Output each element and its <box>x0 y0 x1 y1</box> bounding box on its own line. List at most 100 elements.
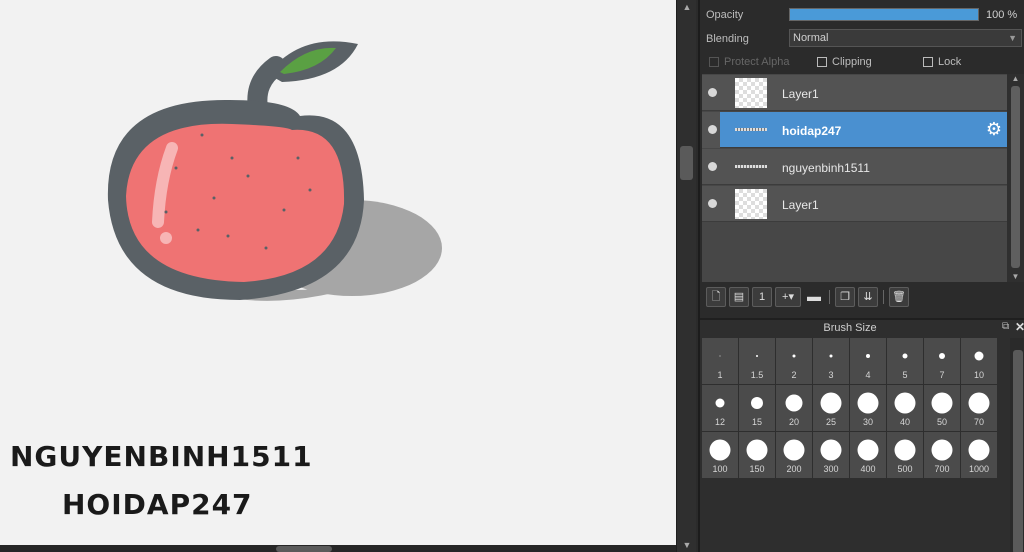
canvas-vscroll-thumb[interactable] <box>680 146 693 180</box>
brush-size-grid: 1 1.5 2 3 4 5 7 10 12 15 20 25 30 40 50 70 100 150 200 300 4… <box>702 338 997 478</box>
brush-size-cell[interactable]: 40 <box>887 385 923 431</box>
gear-icon[interactable]: ⚙ <box>985 120 1003 138</box>
brush-size-cell[interactable]: 200 <box>776 432 812 478</box>
brush-size-cell[interactable]: 1 <box>702 338 738 384</box>
brush-size-cell[interactable]: 4 <box>850 338 886 384</box>
brush-size-cell[interactable]: 12 <box>702 385 738 431</box>
opacity-slider[interactable] <box>789 8 979 21</box>
toolbar-separator <box>883 290 884 304</box>
layers-list: Layer1 hoidap247 ⚙ nguyenbinh1511 Layer1 <box>702 74 1007 282</box>
layer-panel: Opacity 100 % Blending Normal ▼ Protect … <box>698 0 1024 552</box>
brush-size-cell[interactable]: 500 <box>887 432 923 478</box>
brush-size-label: 500 <box>897 464 913 474</box>
brush-size-dot <box>785 394 803 412</box>
new-halftone-layer-icon[interactable]: ▤ <box>729 287 749 307</box>
brush-size-cell[interactable]: 5 <box>887 338 923 384</box>
visibility-icon[interactable] <box>708 88 717 97</box>
visibility-icon[interactable] <box>708 162 717 171</box>
brush-size-label: 20 <box>788 417 799 427</box>
brush-size-label: 150 <box>749 464 765 474</box>
layer-item[interactable]: Layer1 <box>702 75 1007 111</box>
layers-scrollbar[interactable]: ▲ ▼ <box>1007 74 1024 282</box>
brush-size-dot <box>820 392 842 414</box>
brush-size-label: 7 <box>939 370 945 380</box>
blending-select[interactable]: Normal ▼ <box>789 29 1022 47</box>
drawing-canvas[interactable]: NGUYENBINH1511 HOIDAP247 <box>0 0 676 545</box>
brush-size-cell[interactable]: 3 <box>813 338 849 384</box>
brush-size-cell[interactable]: 10 <box>961 338 997 384</box>
brush-size-cell[interactable]: 20 <box>776 385 812 431</box>
brush-size-label: 10 <box>973 370 984 380</box>
layer-item-selected[interactable]: hoidap247 ⚙ <box>702 112 1007 148</box>
close-icon[interactable]: ✕ <box>1015 320 1024 334</box>
brush-size-dot <box>857 392 879 414</box>
new-1bit-layer-icon[interactable]: 1 <box>752 287 772 307</box>
brush-size-dot <box>783 439 805 461</box>
brush-size-cell[interactable]: 7 <box>924 338 960 384</box>
layer-name: Layer1 <box>782 87 819 101</box>
brush-size-cell[interactable]: 1000 <box>961 432 997 478</box>
popout-icon[interactable]: ⧉ <box>1002 321 1009 332</box>
brush-size-label: 50 <box>936 417 947 427</box>
brush-size-dot <box>968 392 990 414</box>
brush-size-cell[interactable]: 700 <box>924 432 960 478</box>
brush-size-cell[interactable]: 150 <box>739 432 775 478</box>
brush-size-dot <box>756 355 758 357</box>
lock-label: Lock <box>938 56 962 68</box>
brush-size-cell[interactable]: 1.5 <box>739 338 775 384</box>
brush-size-cell[interactable]: 25 <box>813 385 849 431</box>
canvas-hscroll-thumb[interactable] <box>276 546 332 552</box>
scroll-up-icon[interactable]: ▲ <box>1007 74 1024 84</box>
add-layer-dropdown-icon[interactable]: +▾ <box>775 287 801 307</box>
brush-size-dot <box>894 392 916 414</box>
brush-size-cell[interactable]: 2 <box>776 338 812 384</box>
apple-highlight-dot <box>160 232 172 244</box>
brush-size-cell[interactable]: 70 <box>961 385 997 431</box>
layer-name: nguyenbinh1511 <box>782 161 870 175</box>
brush-size-label: 300 <box>823 464 839 474</box>
folder-icon[interactable]: ▬ <box>804 287 824 307</box>
brush-size-cell[interactable]: 30 <box>850 385 886 431</box>
layer-options-row: Protect Alpha Clipping Lock <box>700 54 1024 72</box>
canvas-vertical-scrollbar[interactable]: ▲ ▼ <box>676 0 696 552</box>
checkbox-box <box>709 57 719 67</box>
clipping-checkbox[interactable]: Clipping <box>817 56 872 68</box>
brush-size-label: 3 <box>828 370 834 380</box>
layer-name: hoidap247 <box>782 124 842 138</box>
brush-scroll-thumb[interactable] <box>1013 350 1023 552</box>
opacity-slider-fill <box>790 9 978 20</box>
merge-layer-icon[interactable]: ⇊ <box>858 287 878 307</box>
brush-size-dot <box>902 353 908 359</box>
visibility-icon[interactable] <box>708 125 717 134</box>
brush-size-label: 1000 <box>968 464 990 474</box>
brush-size-cell[interactable]: 400 <box>850 432 886 478</box>
layers-scroll-thumb[interactable] <box>1011 86 1020 268</box>
canvas-text-nguyenbinh: NGUYENBINH1511 <box>10 440 313 473</box>
brush-size-dot <box>792 354 796 358</box>
brush-size-cell[interactable]: 300 <box>813 432 849 478</box>
layer-item[interactable]: nguyenbinh1511 <box>702 149 1007 185</box>
brush-size-label: 2 <box>791 370 797 380</box>
brush-size-dot <box>857 439 879 461</box>
scroll-up-icon[interactable]: ▲ <box>677 0 697 14</box>
brush-size-dot <box>968 439 990 461</box>
duplicate-layer-icon[interactable]: ❐ <box>835 287 855 307</box>
lock-checkbox[interactable]: Lock <box>923 56 961 68</box>
brush-size-panel: Brush Size ⧉ ✕ 1 1.5 2 3 4 5 7 10 12 15 20 25 30 40 50… <box>700 318 1024 552</box>
scroll-down-icon[interactable]: ▼ <box>1007 272 1024 282</box>
brush-size-dot <box>709 439 731 461</box>
delete-layer-icon[interactable]: 🗑 <box>889 287 909 307</box>
protect-alpha-checkbox[interactable]: Protect Alpha <box>709 56 789 68</box>
visibility-icon[interactable] <box>708 199 717 208</box>
app-window: NGUYENBINH1511 HOIDAP247 ▲ ▼ Opacity 100… <box>0 0 1024 552</box>
brush-size-cell[interactable]: 100 <box>702 432 738 478</box>
canvas-horizontal-scrollbar[interactable] <box>0 545 676 552</box>
scroll-down-icon[interactable]: ▼ <box>677 538 697 552</box>
opacity-row: Opacity 100 % <box>700 5 1024 25</box>
brush-size-cell[interactable]: 50 <box>924 385 960 431</box>
layer-thumbnail <box>735 189 767 219</box>
layer-item[interactable]: Layer1 <box>702 186 1007 222</box>
brush-size-cell[interactable]: 15 <box>739 385 775 431</box>
new-layer-icon[interactable]: 🗋 <box>706 287 726 307</box>
brush-scrollbar[interactable] <box>1010 338 1024 552</box>
